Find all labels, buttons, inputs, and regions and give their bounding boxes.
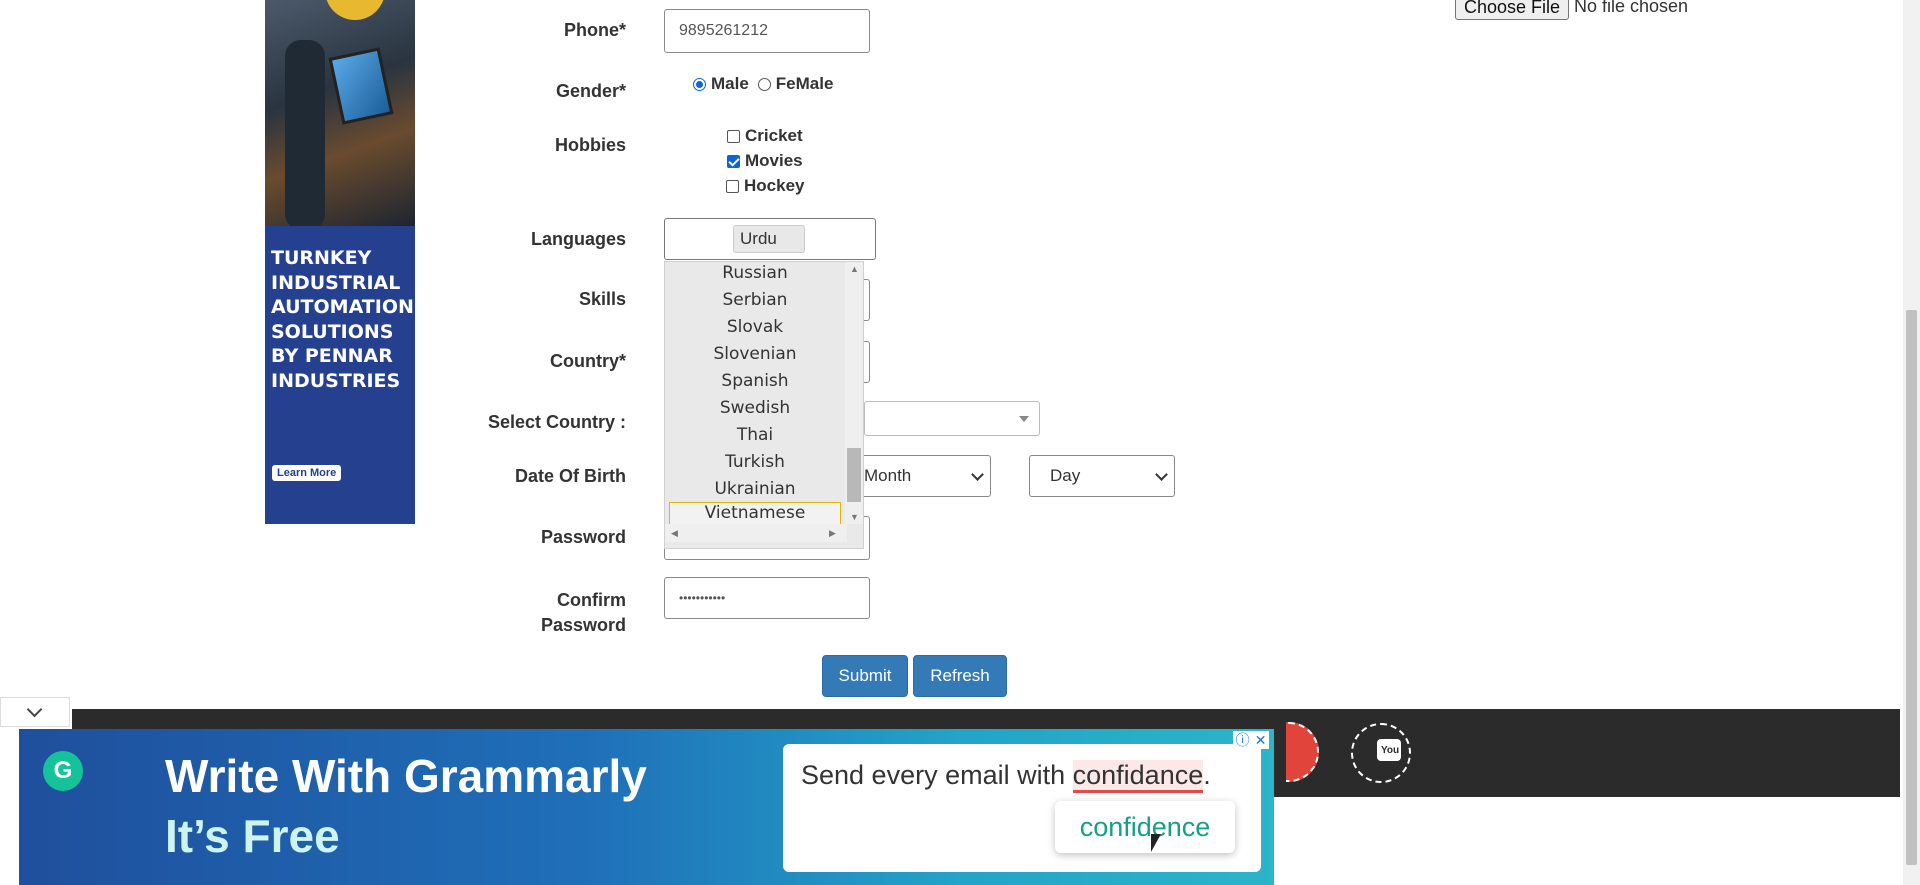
confirm-password-label: Confirm Password <box>540 590 626 635</box>
gender-label: Gender* <box>555 81 626 101</box>
language-option[interactable]: Russian <box>665 263 845 283</box>
language-option[interactable]: Swedish <box>665 398 845 418</box>
movies-checkbox[interactable] <box>727 154 740 168</box>
adchoices-badge[interactable]: ⓘ ✕ <box>1233 731 1269 749</box>
grammarly-logo-icon: G <box>43 751 83 791</box>
ad-photo <box>265 0 415 230</box>
phone-input[interactable]: 9895261212 <box>664 9 870 53</box>
confirm-password-input[interactable]: ••••••••••• <box>664 577 870 619</box>
page-scrollbar[interactable] <box>1903 0 1920 885</box>
chevron-down-icon <box>1155 468 1168 481</box>
selected-language-tag[interactable]: Urdu <box>733 225 805 253</box>
dropdown-horizontal-scrollbar[interactable]: ◀ ▶ <box>665 524 847 542</box>
cricket-checkbox[interactable] <box>727 129 740 143</box>
mouse-cursor-icon <box>1151 834 1161 852</box>
hobby-hockey[interactable]: Hockey <box>726 176 804 196</box>
cricket-label: Cricket <box>745 126 803 145</box>
submit-button[interactable]: Submit <box>822 655 908 697</box>
dropdown-arrow-icon <box>1019 416 1029 422</box>
ad-headline: Write With Grammarly <box>165 750 647 802</box>
language-option[interactable]: Thai <box>665 425 845 445</box>
languages-dropdown-list[interactable]: Russian Serbian Slovak Slovenian Spanish… <box>664 261 864 549</box>
file-status-text: No file chosen <box>1574 0 1689 16</box>
password-label: Password <box>540 527 626 547</box>
ad-demo-card: Send every email with confidance. confid… <box>783 744 1261 872</box>
dropdown-vertical-scrollbar[interactable]: ▲ ▼ <box>845 262 863 524</box>
close-icon[interactable]: ✕ <box>1255 732 1267 749</box>
misspelled-word: confidance <box>1072 760 1204 793</box>
ad-subheadline: It’s Free <box>165 810 340 862</box>
scroll-up-icon[interactable]: ▲ <box>850 264 859 274</box>
hockey-label: Hockey <box>744 176 805 195</box>
hobbies-label: Hobbies <box>554 135 626 155</box>
hobby-cricket[interactable]: Cricket <box>727 126 803 146</box>
choose-file-button[interactable]: Choose File <box>1455 0 1569 20</box>
ad-headline: TURNKEY INDUSTRIAL AUTOMATION SOLUTIONS … <box>271 247 414 392</box>
ad-collapse-toggle[interactable] <box>0 697 70 727</box>
page-scrollbar-thumb[interactable] <box>1906 310 1917 865</box>
ad-learn-more-button[interactable]: Learn More <box>272 465 342 481</box>
chevron-down-icon <box>971 468 984 481</box>
male-label: Male <box>711 74 749 93</box>
dob-month-select[interactable]: Month <box>855 455 991 497</box>
female-radio[interactable] <box>757 77 771 91</box>
country-label: Country* <box>550 351 626 371</box>
dob-day-select[interactable]: Day <box>1029 455 1175 497</box>
gender-male-option[interactable]: Male FeMale <box>693 74 833 94</box>
dob-label: Date Of Birth <box>514 466 626 486</box>
select-country-combobox[interactable] <box>864 401 1040 436</box>
scroll-right-icon[interactable]: ▶ <box>829 528 836 539</box>
phone-label: Phone* <box>563 20 626 40</box>
language-option[interactable]: Slovak <box>665 317 845 337</box>
language-option[interactable]: Ukrainian <box>665 479 845 499</box>
language-option[interactable]: Serbian <box>665 290 845 310</box>
month-value: Month <box>864 466 912 485</box>
info-icon[interactable]: ⓘ <box>1236 730 1250 750</box>
select-country-label: Select Country : <box>487 412 626 432</box>
scrollbar-thumb[interactable] <box>847 448 861 502</box>
movies-label: Movies <box>745 151 803 170</box>
scroll-left-icon[interactable]: ◀ <box>671 528 678 539</box>
refresh-button[interactable]: Refresh <box>913 655 1007 697</box>
language-option[interactable]: Turkish <box>665 452 845 472</box>
youtube-icon: You <box>1377 739 1401 761</box>
chevron-down-icon <box>26 701 43 718</box>
languages-multiselect[interactable]: Urdu <box>664 218 876 260</box>
bottom-advertisement[interactable]: G Write With Grammarly It’s Free Send ev… <box>19 729 1274 885</box>
day-value: Day <box>1050 466 1081 485</box>
female-label: FeMale <box>775 74 834 93</box>
hobby-movies[interactable]: Movies <box>727 151 803 171</box>
language-option[interactable]: Slovenian <box>665 344 845 364</box>
side-advertisement[interactable]: TURNKEY INDUSTRIAL AUTOMATION SOLUTIONS … <box>265 0 415 524</box>
suggestion-chip: confidence <box>1055 801 1235 853</box>
skills-label: Skills <box>578 289 626 309</box>
language-option[interactable]: Spanish <box>665 371 845 391</box>
ad-demo-message: Send every email with confidance. <box>801 760 1211 793</box>
languages-label: Languages <box>530 229 626 249</box>
male-radio[interactable] <box>693 77 706 91</box>
scroll-down-icon[interactable]: ▼ <box>850 512 859 522</box>
hockey-checkbox[interactable] <box>726 179 739 193</box>
